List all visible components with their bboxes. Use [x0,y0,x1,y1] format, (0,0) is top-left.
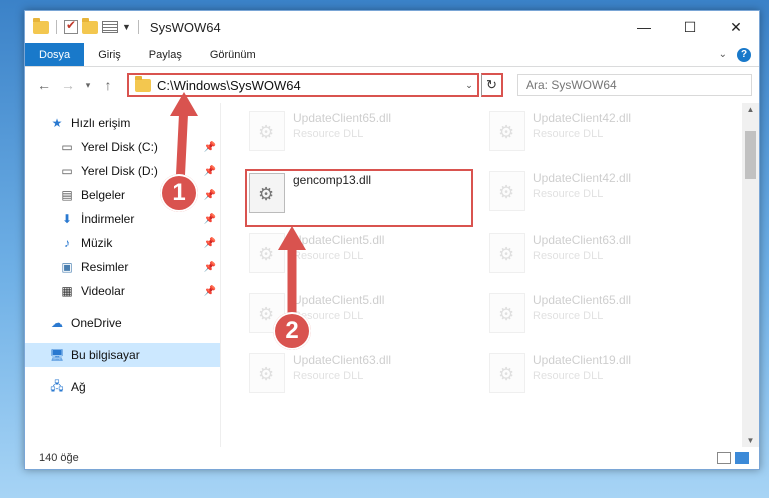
close-button[interactable]: ✕ [713,11,759,43]
file-item[interactable]: UpdateClient42.dllResource DLL [485,167,715,221]
sidebar-item-quick-access[interactable]: ★ Hızlı erişim [25,111,220,135]
drive-icon: ▭ [61,140,73,154]
scroll-down-icon[interactable]: ▼ [742,436,759,445]
pin-icon[interactable]: 📌 [204,142,216,153]
pin-icon[interactable]: 📌 [204,214,216,225]
file-item[interactable]: UpdateClient42.dllResource DLL [485,107,715,161]
window-controls: — ☐ ✕ [621,11,759,43]
address-bar[interactable]: C:\Windows\SysWOW64 ⌄ [127,73,479,97]
tab-file[interactable]: Dosya [25,43,85,66]
computer-icon: 🖥 [49,348,65,362]
file-item[interactable]: UpdateClient19.dllResource DLL [485,349,715,403]
scrollbar-thumb[interactable] [745,131,756,179]
file-item[interactable]: UpdateClient63.dllResource DLL [485,229,715,283]
dll-file-icon [489,111,525,151]
quick-access-toolbar: ▼ [25,17,142,34]
file-list: UpdateClient65.dllResource DLL UpdateCli… [221,103,759,447]
refresh-button[interactable]: ↻ [481,73,503,97]
navigation-bar: ← → ▾ ↑ C:\Windows\SysWOW64 ⌄ ↻ [25,67,759,103]
back-button[interactable]: ← [33,77,55,93]
navigation-pane: ★ Hızlı erişim ▭ Yerel Disk (C:) 📌 ▭ Yer… [25,103,221,447]
address-path[interactable]: C:\Windows\SysWOW64 [157,78,461,93]
videos-icon: ▦ [61,284,73,298]
recent-locations-button[interactable]: ▾ [81,80,95,91]
star-icon: ★ [51,116,63,130]
forward-button[interactable]: → [57,77,79,93]
pin-icon[interactable]: 📌 [204,190,216,201]
tab-view[interactable]: Görünüm [196,43,270,66]
dll-file-icon [489,233,525,273]
download-icon: ⬇ [61,212,73,226]
file-item[interactable]: UpdateClient63.dllResource DLL [245,349,475,403]
dll-file-icon [489,171,525,211]
status-bar: 140 öğe [25,447,759,469]
pin-icon[interactable]: 📌 [204,286,216,297]
sidebar-item-videos[interactable]: ▦ Videolar 📌 [25,279,220,303]
sidebar-item-this-pc[interactable]: 🖥 Bu bilgisayar [25,343,220,367]
folder-icon [135,75,151,92]
file-item[interactable]: UpdateClient65.dllResource DLL [245,107,475,161]
tiles-view-icon[interactable] [735,452,749,464]
tab-home[interactable]: Giriş [84,43,135,66]
music-icon: ♪ [64,236,70,250]
dll-file-icon [489,293,525,333]
sidebar-item-onedrive[interactable]: ☁ OneDrive [25,311,220,335]
minimize-button[interactable]: — [621,11,667,43]
step-1-badge: 1 [160,174,198,212]
ribbon-tabs: Dosya Giriş Paylaş Görünüm ⌄ ? [25,43,759,67]
pictures-icon: ▣ [61,260,73,274]
network-icon: 🖧 [50,378,64,393]
maximize-button[interactable]: ☐ [667,11,713,43]
documents-icon: ▤ [61,188,73,202]
pin-icon[interactable]: 📌 [204,166,216,177]
pin-icon[interactable]: 📌 [204,238,216,249]
customize-toolbar-dropdown[interactable]: ▼ [122,22,131,32]
search-box[interactable] [517,74,752,96]
dll-file-icon [249,233,285,273]
explorer-window: ▼ SysWOW64 — ☐ ✕ Dosya Giriş Paylaş Görü… [24,10,760,470]
file-item[interactable]: UpdateClient65.dllResource DLL [485,289,715,343]
search-input[interactable] [526,78,751,92]
details-view-icon[interactable] [717,452,731,464]
address-dropdown-icon[interactable]: ⌄ [461,80,477,91]
item-count: 140 öğe [39,452,79,464]
scroll-up-icon[interactable]: ▲ [742,105,759,114]
title-bar: ▼ SysWOW64 — ☐ ✕ [25,11,759,43]
up-button[interactable]: ↑ [97,77,119,93]
properties-check-icon[interactable] [64,18,78,34]
cloud-icon: ☁ [51,316,63,330]
step-2-badge: 2 [273,312,311,350]
file-item[interactable]: UpdateClient5.dllResource DLL [245,229,475,283]
sidebar-item-pictures[interactable]: ▣ Resimler 📌 [25,255,220,279]
dll-file-icon [249,353,285,393]
vertical-scrollbar[interactable]: ▲ ▼ [742,103,759,447]
pin-icon[interactable]: 📌 [204,262,216,273]
window-title: SysWOW64 [149,19,221,35]
folder-icon [33,17,49,34]
sidebar-item-network[interactable]: 🖧 Ağ [25,375,220,399]
sidebar-item-downloads[interactable]: ⬇ İndirmeler 📌 [25,207,220,231]
new-folder-icon[interactable] [82,17,98,34]
help-icon[interactable]: ? [737,47,751,62]
rename-icon[interactable] [102,21,118,33]
file-highlight-box [245,169,473,227]
dll-file-icon [489,353,525,393]
dll-file-icon [249,111,285,151]
drive-icon: ▭ [61,164,73,178]
sidebar-item-music[interactable]: ♪ Müzik 📌 [25,231,220,255]
expand-ribbon-chevron-icon[interactable]: ⌄ [719,49,727,60]
sidebar-item-disk-c[interactable]: ▭ Yerel Disk (C:) 📌 [25,135,220,159]
tab-share[interactable]: Paylaş [135,43,196,66]
